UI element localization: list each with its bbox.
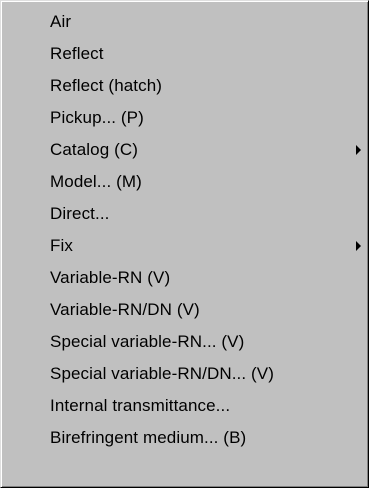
menu-item-catalog[interactable]: Catalog (C) [1,134,368,166]
menu-item-special-variable-rn-dn[interactable]: Special variable-RN/DN... (V) [1,358,368,390]
menu-item-reflect[interactable]: Reflect [1,38,368,70]
menu-item-label: Fix [50,236,73,255]
menu-item-model[interactable]: Model... (M) [1,166,368,198]
menu-item-birefringent-medium[interactable]: Birefringent medium... (B) [1,422,368,454]
menu-item-label: Direct... [50,204,110,223]
menu-item-label: Air [50,12,72,31]
submenu-arrow-icon [356,241,361,251]
menu-item-label: Reflect [50,44,104,63]
menu-item-label: Variable-RN/DN (V) [50,300,200,319]
menu-item-internal-transmittance[interactable]: Internal transmittance... [1,390,368,422]
menu-item-label: Variable-RN (V) [50,268,171,287]
menu-item-pickup[interactable]: Pickup... (P) [1,102,368,134]
menu-item-label: Model... (M) [50,172,142,191]
menu-item-variable-rn[interactable]: Variable-RN (V) [1,262,368,294]
submenu-arrow-icon [356,145,361,155]
menu-item-label: Pickup... (P) [50,108,144,127]
menu-item-special-variable-rn[interactable]: Special variable-RN... (V) [1,326,368,358]
menu-item-label: Catalog (C) [50,140,139,159]
menu-item-fix[interactable]: Fix [1,230,368,262]
menu-item-variable-rn-dn[interactable]: Variable-RN/DN (V) [1,294,368,326]
menu-item-reflect-hatch[interactable]: Reflect (hatch) [1,70,368,102]
context-menu: Air Reflect Reflect (hatch) Pickup... (P… [0,0,369,488]
menu-item-label: Special variable-RN... (V) [50,332,245,351]
menu-item-label: Special variable-RN/DN... (V) [50,364,274,383]
menu-item-direct[interactable]: Direct... [1,198,368,230]
menu-item-air[interactable]: Air [1,6,368,38]
menu-item-label: Reflect (hatch) [50,76,163,95]
menu-item-label: Internal transmittance... [50,396,231,415]
menu-item-label: Birefringent medium... (B) [50,428,247,447]
